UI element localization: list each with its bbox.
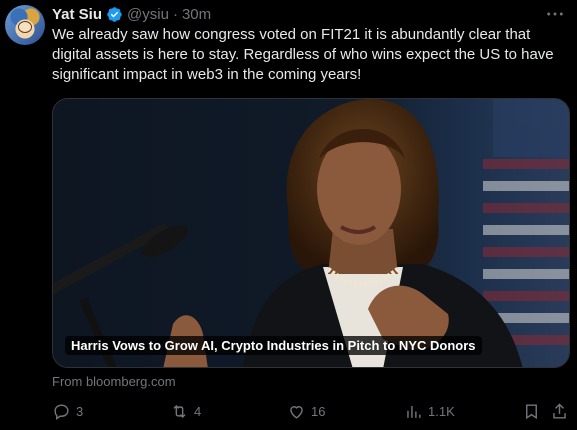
repost-button[interactable]: 4 <box>170 400 201 422</box>
share-icon <box>553 402 566 419</box>
tweet-header: Yat Siu @ysiu · 30m <box>52 5 211 23</box>
repost-count: 4 <box>194 403 202 419</box>
like-count: 16 <box>311 403 326 419</box>
tweet-text: We already saw how congress voted on FIT… <box>52 26 554 83</box>
author-handle[interactable]: @ysiu <box>127 6 169 23</box>
reply-icon <box>54 403 69 420</box>
like-button[interactable]: 16 <box>287 400 325 422</box>
card-source[interactable]: From bloomberg.com <box>52 374 176 389</box>
link-card[interactable]: Harris Vows to Grow AI, Crypto Industrie… <box>52 98 570 368</box>
heart-icon <box>290 405 303 419</box>
avatar-face <box>18 21 32 33</box>
author-name[interactable]: Yat Siu <box>52 6 102 23</box>
share-button[interactable] <box>550 400 569 422</box>
reply-count: 3 <box>76 403 84 419</box>
more-options-icon[interactable] <box>545 6 565 22</box>
timestamp[interactable]: 30m <box>182 6 211 23</box>
card-headline[interactable]: Harris Vows to Grow AI, Crypto Industrie… <box>65 336 482 355</box>
views-button[interactable]: 1.1K <box>404 400 455 422</box>
views-icon <box>407 405 421 418</box>
verified-badge-icon <box>106 6 123 23</box>
bookmark-button[interactable] <box>522 400 541 422</box>
avatar[interactable] <box>5 5 45 45</box>
separator-dot: · <box>172 5 178 23</box>
view-count: 1.1K <box>428 403 455 419</box>
card-photo <box>53 99 569 367</box>
repost-icon <box>173 404 186 418</box>
bookmark-icon <box>526 403 537 419</box>
reply-button[interactable]: 3 <box>52 400 83 422</box>
action-bar: 3 4 16 1.1K <box>52 400 572 422</box>
